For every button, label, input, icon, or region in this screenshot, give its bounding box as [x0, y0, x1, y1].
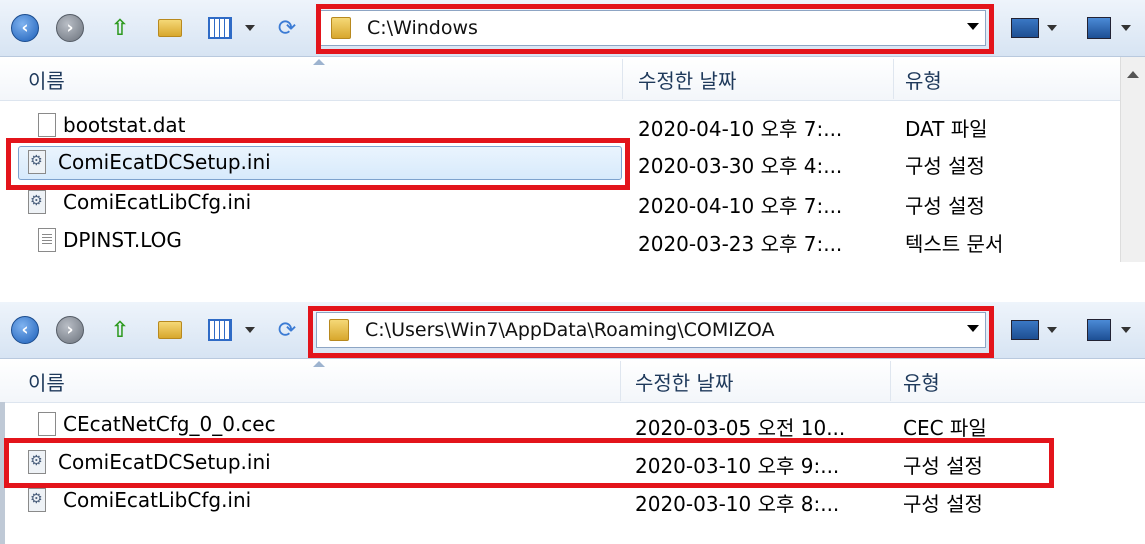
- column-name[interactable]: 이름: [28, 367, 65, 396]
- sort-arrow-icon: [313, 361, 325, 367]
- file-type: CEC 파일: [903, 416, 987, 440]
- refresh-button[interactable]: ⟳: [272, 315, 302, 345]
- chevron-down-icon: [1047, 25, 1057, 31]
- new-folder-button[interactable]: [155, 315, 185, 345]
- new-folder-icon: [158, 19, 182, 37]
- blank-file-icon: [38, 412, 56, 436]
- up-folder-button[interactable]: ⇧: [105, 13, 135, 43]
- column-date[interactable]: 수정한 날짜: [635, 367, 733, 396]
- view-dropdown-button[interactable]: [240, 315, 260, 345]
- file-name: bootstat.dat: [63, 113, 186, 137]
- network-button[interactable]: [1082, 13, 1116, 43]
- file-date: 2020-04-10 오후 7:...: [638, 117, 843, 141]
- file-name: CEcatNetCfg_0_0.cec: [63, 412, 276, 436]
- new-folder-icon: [158, 321, 182, 339]
- file-name: ComiEcatLibCfg.ini: [63, 488, 252, 512]
- monitor-button[interactable]: [1008, 315, 1042, 345]
- back-arrow-icon: ‹: [11, 14, 39, 42]
- explorer-panel-windows: ‹ › ⇧ ⟳ C:\Windows 이름 수정한 날짜 유형 bootstat…: [0, 0, 1145, 262]
- view-dropdown-button[interactable]: [240, 13, 260, 43]
- view-grid-icon: [208, 17, 232, 39]
- monitor-dropdown-button[interactable]: [1044, 13, 1060, 43]
- column-separator[interactable]: [620, 361, 621, 401]
- network-button[interactable]: [1082, 315, 1116, 345]
- back-button[interactable]: ‹: [10, 315, 40, 345]
- view-button[interactable]: [205, 13, 235, 43]
- network-icon: [1087, 319, 1111, 341]
- network-dropdown-button[interactable]: [1118, 13, 1134, 43]
- sort-arrow-icon: [313, 59, 325, 65]
- forward-arrow-icon: ›: [56, 14, 84, 42]
- explorer-panel-comizoa: ‹ › ⇧ ⟳ C:\Users\Win7\AppData\Roaming\CO…: [0, 302, 1145, 544]
- column-separator[interactable]: [893, 59, 894, 99]
- forward-arrow-icon: ›: [56, 316, 84, 344]
- column-header: 이름 수정한 날짜 유형: [0, 57, 1145, 101]
- column-type[interactable]: 유형: [903, 367, 940, 396]
- up-folder-button[interactable]: ⇧: [105, 315, 135, 345]
- file-date: 2020-03-10 오후 8:...: [635, 492, 840, 516]
- forward-button[interactable]: ›: [55, 315, 85, 345]
- file-type: 구성 설정: [905, 154, 985, 178]
- view-button[interactable]: [205, 315, 235, 345]
- scroll-up-icon[interactable]: [1127, 71, 1139, 78]
- file-name: DPINST.LOG: [63, 228, 182, 252]
- monitor-button[interactable]: [1008, 13, 1042, 43]
- refresh-button[interactable]: ⟳: [272, 13, 302, 43]
- file-type: 텍스트 문서: [905, 232, 1004, 256]
- chevron-down-icon: [1121, 327, 1131, 333]
- file-name: ComiEcatLibCfg.ini: [63, 190, 252, 214]
- file-row[interactable]: ComiEcatLibCfg.ini 2020-03-10 오후 8:... 구…: [0, 482, 1145, 520]
- file-type: DAT 파일: [905, 117, 988, 141]
- ini-file-icon: [28, 488, 46, 512]
- column-type[interactable]: 유형: [905, 65, 942, 94]
- file-date: 2020-03-30 오후 4:...: [638, 154, 843, 178]
- monitor-dropdown-button[interactable]: [1044, 315, 1060, 345]
- forward-button[interactable]: ›: [55, 13, 85, 43]
- blank-file-icon: [38, 113, 56, 137]
- chevron-down-icon: [1121, 25, 1131, 31]
- chevron-down-icon: [1047, 327, 1057, 333]
- file-date: 2020-03-23 오후 7:...: [638, 232, 843, 256]
- network-dropdown-button[interactable]: [1118, 315, 1134, 345]
- column-name[interactable]: 이름: [28, 65, 65, 94]
- refresh-icon: ⟳: [277, 317, 297, 343]
- monitor-icon: [1011, 18, 1039, 38]
- column-date[interactable]: 수정한 날짜: [638, 65, 736, 94]
- file-row[interactable]: ComiEcatLibCfg.ini 2020-04-10 오후 7:... 구…: [0, 184, 1145, 222]
- address-highlight-box: [316, 4, 994, 54]
- refresh-icon: ⟳: [277, 15, 297, 41]
- file-row[interactable]: DPINST.LOG 2020-03-23 오후 7:... 텍스트 문서: [0, 222, 1145, 260]
- column-separator[interactable]: [622, 59, 623, 99]
- monitor-icon: [1011, 320, 1039, 340]
- file-date: 2020-04-10 오후 7:...: [638, 194, 843, 218]
- new-folder-button[interactable]: [155, 13, 185, 43]
- back-button[interactable]: ‹: [10, 13, 40, 43]
- address-highlight-box: [308, 306, 994, 358]
- view-grid-icon: [208, 319, 232, 341]
- ini-file-icon: [28, 190, 46, 214]
- chevron-down-icon: [245, 25, 255, 31]
- file-type: 구성 설정: [903, 492, 983, 516]
- file-highlight-box: [6, 138, 630, 190]
- network-icon: [1087, 17, 1111, 39]
- back-arrow-icon: ‹: [11, 316, 39, 344]
- up-folder-icon: ⇧: [110, 317, 130, 343]
- file-type: 구성 설정: [905, 194, 985, 218]
- chevron-down-icon: [245, 327, 255, 333]
- column-separator[interactable]: [890, 361, 891, 401]
- text-file-icon: [38, 228, 56, 252]
- file-date: 2020-03-05 오전 10...: [635, 416, 846, 440]
- file-highlight-box: [4, 438, 1054, 488]
- column-header: 이름 수정한 날짜 유형: [0, 359, 1145, 403]
- up-folder-icon: ⇧: [110, 15, 130, 41]
